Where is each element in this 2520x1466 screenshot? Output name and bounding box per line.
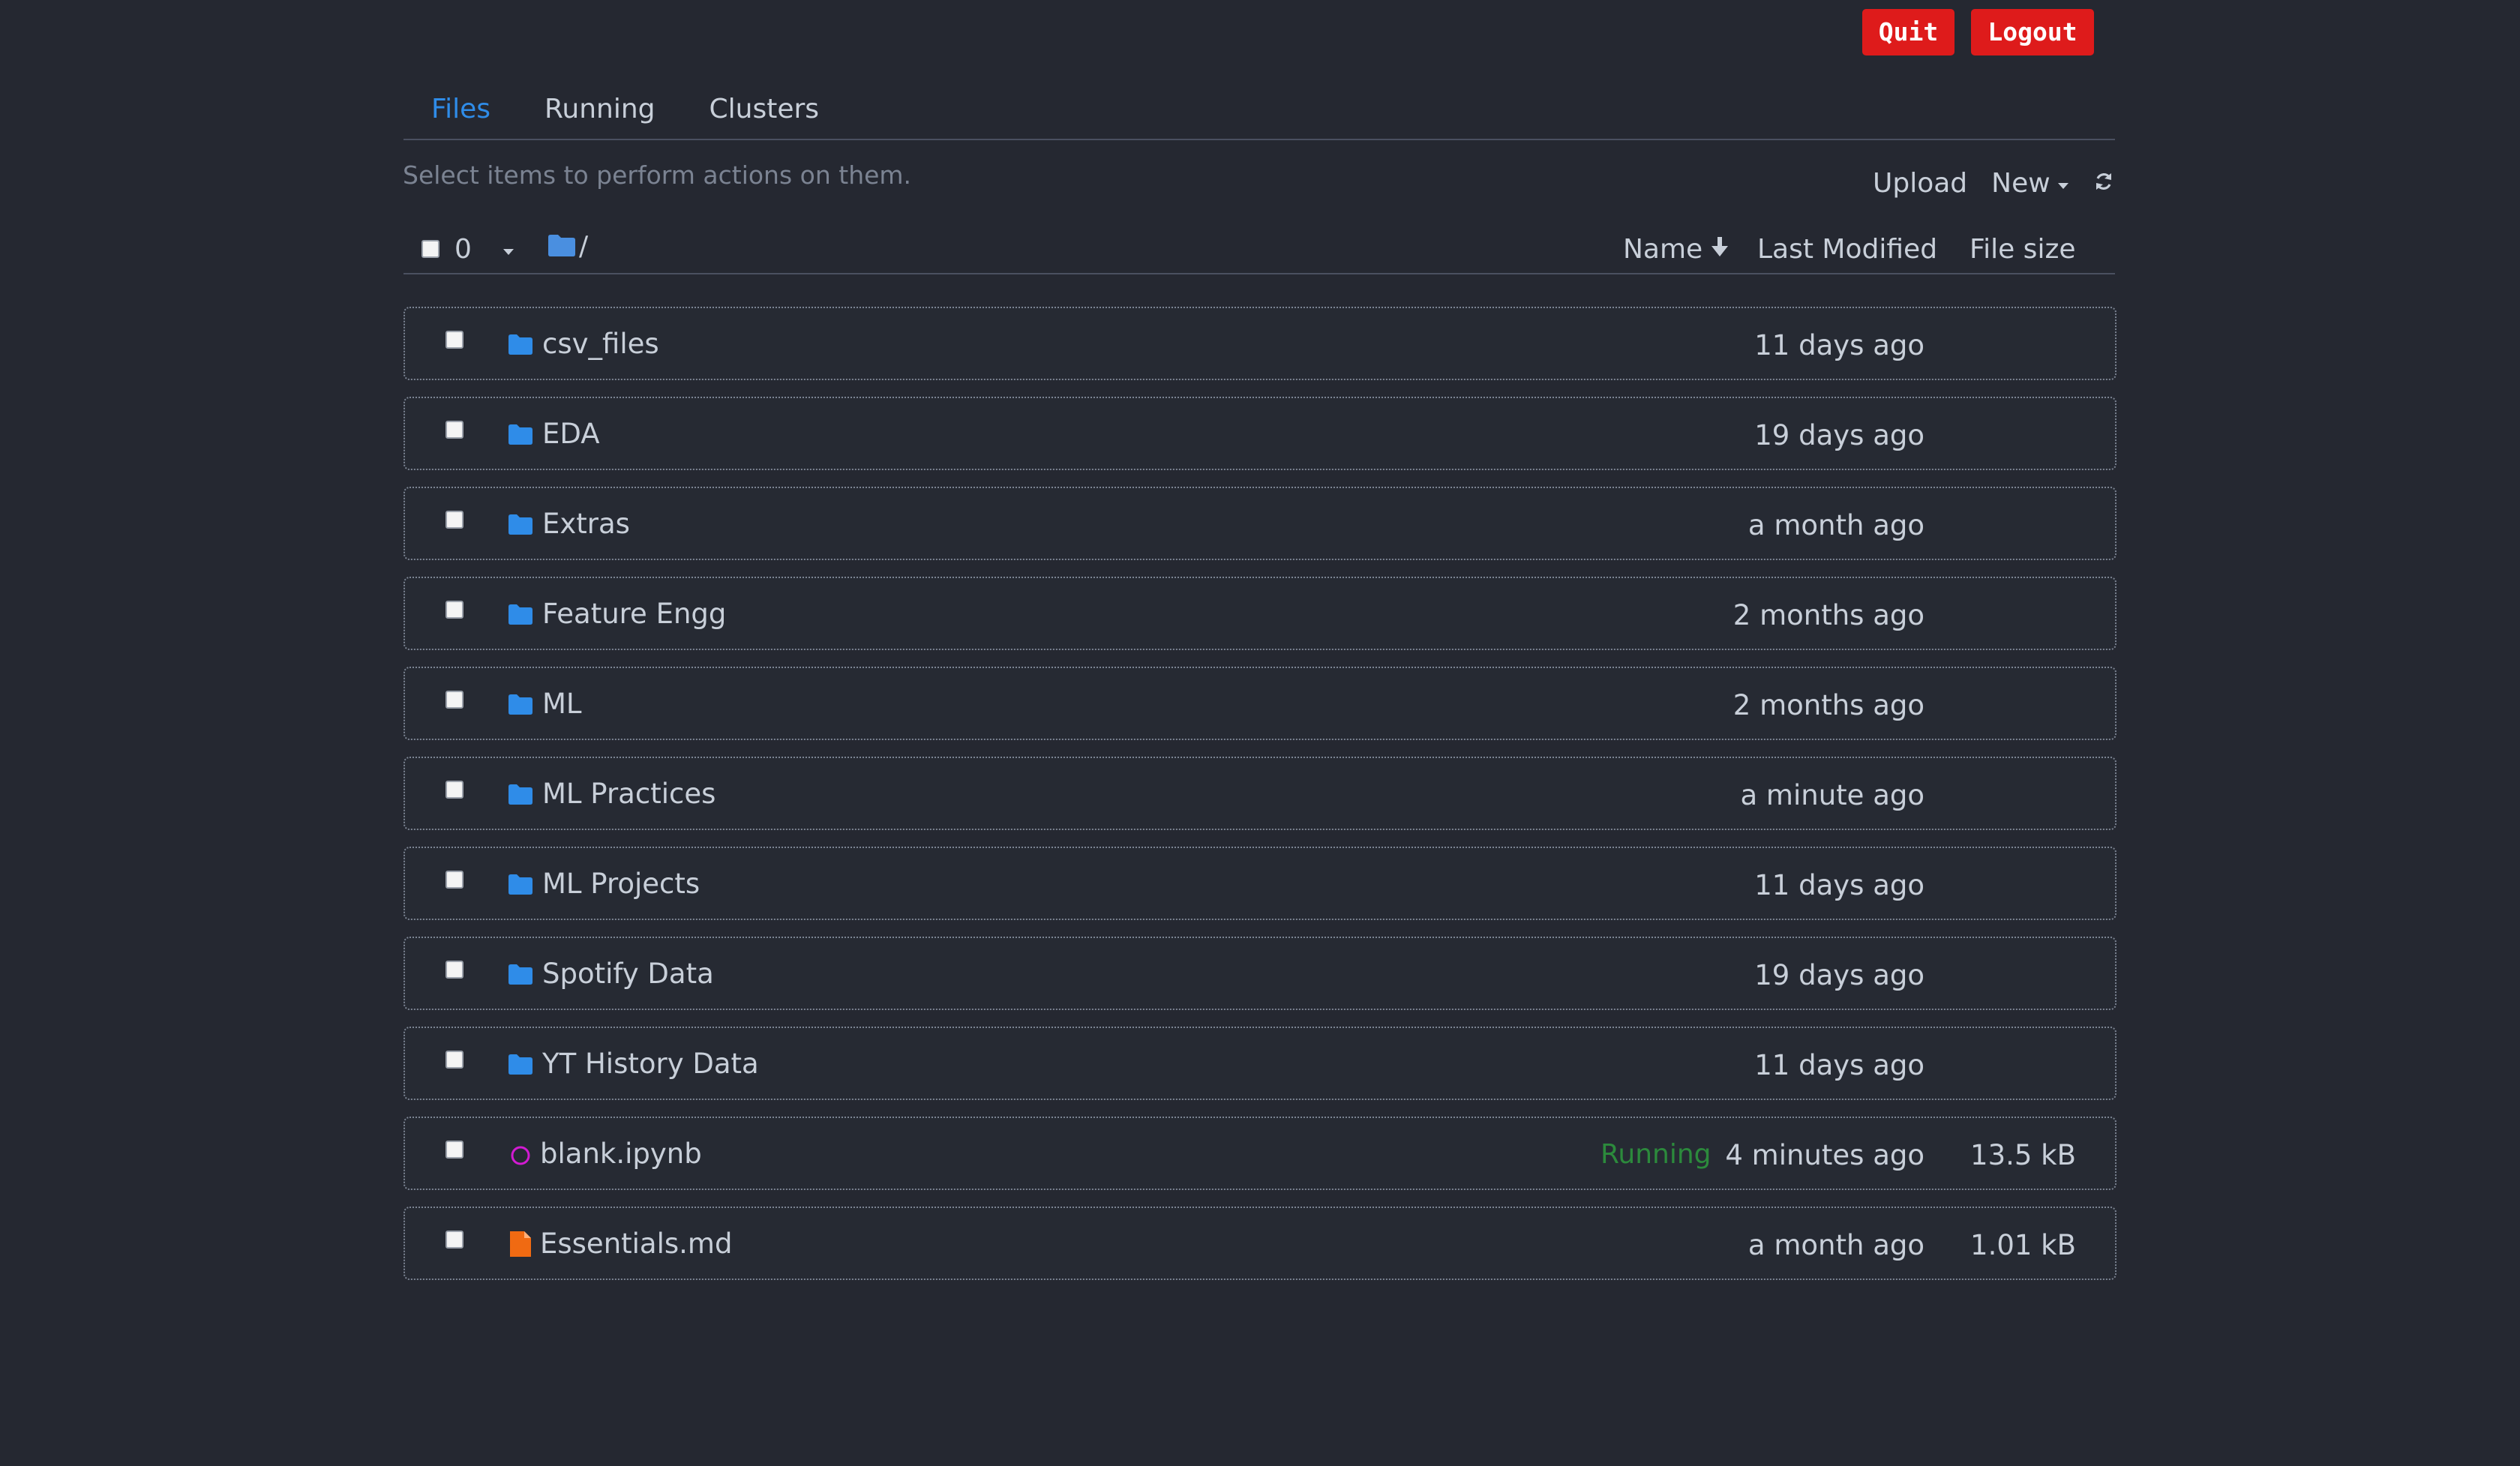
folder-icon [507, 511, 534, 538]
select-dropdown-icon[interactable] [503, 249, 514, 255]
item-name[interactable]: ML Practices [542, 778, 716, 810]
item-name[interactable]: Essentials.md [540, 1228, 732, 1260]
item-name[interactable]: ML Projects [542, 868, 700, 900]
chevron-down-icon [2057, 182, 2068, 189]
tab-running[interactable]: Running [517, 86, 682, 124]
item-name[interactable]: ML [542, 688, 582, 720]
logout-button[interactable]: Logout [1971, 9, 2094, 55]
item-modified: a month ago [1748, 1229, 1924, 1261]
item-modified: a month ago [1748, 509, 1924, 541]
sort-by-last-modified[interactable]: Last Modified [1757, 234, 1937, 265]
item-name[interactable]: YT History Data [542, 1048, 759, 1080]
folder-icon [507, 781, 534, 808]
new-dropdown-button[interactable]: New [1991, 168, 2068, 199]
list-item[interactable]: Extras a month ago [404, 487, 2116, 560]
item-name[interactable]: blank.ipynb [540, 1138, 702, 1170]
item-modified: 2 months ago [1732, 599, 1924, 631]
folder-icon [507, 1051, 534, 1078]
row-checkbox[interactable] [446, 781, 464, 799]
row-checkbox[interactable] [446, 871, 464, 889]
folder-icon [507, 421, 534, 448]
item-modified: 4 minutes ago [1725, 1139, 1924, 1171]
list-item[interactable]: ML Projects 11 days ago [404, 847, 2116, 920]
row-checkbox[interactable] [446, 961, 464, 979]
selected-count: 0 [454, 234, 472, 265]
running-status: Running [1600, 1139, 1712, 1170]
list-item[interactable]: Essentials.md a month ago 1.01 kB [404, 1207, 2116, 1280]
quit-button[interactable]: Quit [1862, 9, 1954, 55]
tab-bar: Files Running Clusters [404, 86, 2115, 140]
list-item[interactable]: ML 2 months ago [404, 667, 2116, 740]
row-checkbox[interactable] [446, 1231, 464, 1249]
item-modified: 11 days ago [1754, 1049, 1924, 1081]
list-item[interactable]: Feature Engg 2 months ago [404, 577, 2116, 650]
item-size: 13.5 kB [1970, 1139, 2076, 1171]
list-item[interactable]: csv_files 11 days ago [404, 307, 2116, 380]
item-name[interactable]: EDA [542, 418, 600, 450]
file-list: csv_files 11 days ago EDA 19 days ago Ex… [404, 307, 2116, 1297]
file-icon [507, 1231, 534, 1258]
item-name[interactable]: Extras [542, 508, 630, 540]
breadcrumb[interactable]: / [548, 231, 588, 262]
item-modified: 11 days ago [1754, 869, 1924, 901]
row-checkbox[interactable] [446, 1051, 464, 1069]
folder-icon [507, 331, 534, 358]
item-name[interactable]: Feature Engg [542, 598, 726, 630]
col-name-label: Name [1623, 234, 1703, 265]
list-item[interactable]: Spotify Data 19 days ago [404, 937, 2116, 1010]
item-name[interactable]: Spotify Data [542, 958, 714, 990]
folder-icon [507, 601, 534, 628]
list-item[interactable]: EDA 19 days ago [404, 397, 2116, 470]
tab-clusters[interactable]: Clusters [682, 86, 846, 124]
row-checkbox[interactable] [446, 1141, 464, 1159]
folder-icon [507, 871, 534, 898]
header-buttons: Quit Logout [1862, 9, 2094, 55]
selection-hint: Select items to perform actions on them. [403, 160, 912, 190]
row-checkbox[interactable] [446, 331, 464, 349]
refresh-icon[interactable] [2094, 169, 2114, 199]
item-modified: 11 days ago [1754, 329, 1924, 361]
select-all-checkbox[interactable] [422, 240, 440, 258]
list-item[interactable]: blank.ipynb Running 4 minutes ago 13.5 k… [404, 1117, 2116, 1190]
list-item[interactable]: ML Practices a minute ago [404, 757, 2116, 830]
row-checkbox[interactable] [446, 691, 464, 709]
running-notebook-icon [507, 1141, 534, 1168]
new-label: New [1991, 168, 2050, 199]
item-modified: 19 days ago [1754, 959, 1924, 991]
row-checkbox[interactable] [446, 511, 464, 529]
breadcrumb-root: / [579, 231, 589, 262]
row-checkbox[interactable] [446, 601, 464, 619]
row-checkbox[interactable] [446, 421, 464, 439]
upload-button[interactable]: Upload [1873, 168, 1967, 199]
item-size: 1.01 kB [1970, 1229, 2076, 1261]
sort-by-file-size[interactable]: File size [1970, 234, 2076, 265]
item-modified: 19 days ago [1754, 419, 1924, 451]
folder-icon [548, 233, 576, 260]
tab-files[interactable]: Files [404, 86, 517, 124]
list-header: 0 / Name Last Modified File size [404, 225, 2115, 274]
item-modified: 2 months ago [1732, 689, 1924, 721]
sort-by-name[interactable]: Name [1623, 234, 1730, 265]
folder-icon [507, 691, 534, 718]
folder-icon [507, 961, 534, 988]
list-item[interactable]: YT History Data 11 days ago [404, 1027, 2116, 1100]
item-name[interactable]: csv_files [542, 328, 659, 360]
file-actions: Upload New [1873, 168, 2114, 199]
arrow-down-icon [1710, 234, 1730, 265]
item-modified: a minute ago [1740, 779, 1925, 811]
